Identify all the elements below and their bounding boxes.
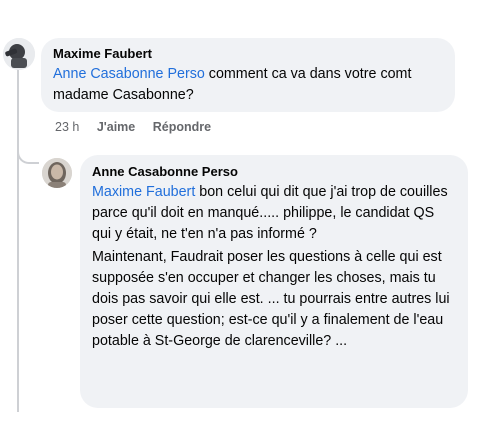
reply-connector	[17, 138, 39, 164]
like-button[interactable]: J'aime	[97, 120, 135, 134]
thread-line	[17, 48, 19, 412]
reply-bubble: Anne Casabonne Perso Maxime Faubert bon …	[80, 155, 468, 408]
comment-text: Anne Casabonne Perso comment ca va dans …	[53, 64, 443, 106]
reply-button[interactable]: Répondre	[153, 120, 211, 134]
avatar-maxime[interactable]	[3, 38, 35, 70]
comment-bubble: Maxime Faubert Anne Casabonne Perso comm…	[41, 38, 455, 112]
mention-link[interactable]: Maxime Faubert	[92, 184, 195, 200]
comment-author[interactable]: Maxime Faubert	[53, 45, 443, 62]
reply-author[interactable]: Anne Casabonne Perso	[92, 163, 456, 180]
avatar-anne[interactable]	[42, 158, 72, 188]
reply-text: Maxime Faubert bon celui qui dit que j'a…	[92, 182, 456, 245]
mention-link[interactable]: Anne Casabonne Perso	[53, 66, 205, 82]
reply-body-2: Maintenant, Faudrait poser les questions…	[92, 249, 450, 349]
comment-actions: 23 h J'aime Répondre	[55, 120, 225, 134]
comment-time[interactable]: 23 h	[55, 120, 79, 134]
